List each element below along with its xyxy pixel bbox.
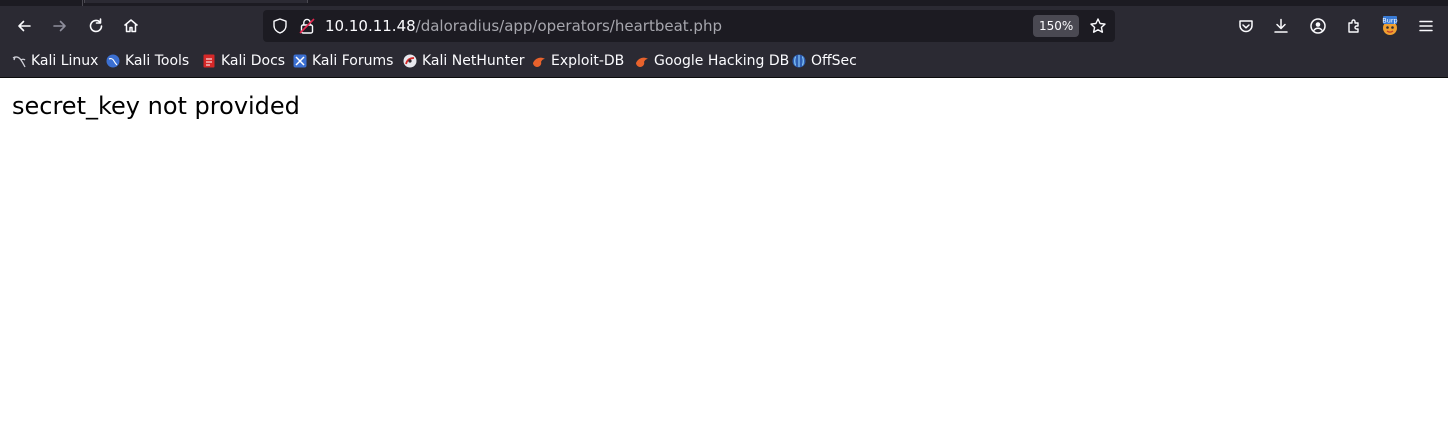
exploit-db-icon: [533, 57, 545, 67]
active-tab[interactable]: [84, 0, 308, 3]
bookmark-label: Kali Linux: [31, 53, 99, 69]
address-bar[interactable]: 10.10.11.48/daloradius/app/operators/hea…: [263, 10, 1115, 42]
kali-tools-icon: [106, 54, 120, 68]
kali-nethunter-icon: [403, 54, 417, 68]
url-text[interactable]: 10.10.11.48/daloradius/app/operators/hea…: [325, 10, 722, 42]
bookmark-label: Google Hacking DB: [654, 53, 790, 69]
bookmark-google-hacking-db[interactable]: Google Hacking DB: [635, 51, 789, 71]
ghdb-icon: [636, 57, 648, 67]
tracking-protection-shield-icon[interactable]: [271, 17, 289, 35]
kali-docs-icon: [203, 54, 215, 68]
browser-chrome: 10.10.11.48/daloradius/app/operators/hea…: [0, 0, 1448, 78]
kali-forums-icon: [293, 54, 307, 68]
url-host: 10.10.11.48: [325, 17, 416, 35]
hamburger-menu-icon: [1419, 20, 1433, 32]
download-icon: [1274, 18, 1288, 33]
bookmark-kali-docs[interactable]: Kali Docs: [202, 51, 285, 71]
bookmark-label: Kali Docs: [221, 53, 286, 69]
pocket-button[interactable]: [1231, 11, 1261, 41]
burp-extension-button[interactable]: Burp: [1375, 11, 1405, 41]
back-arrow-icon: [18, 20, 31, 32]
account-icon: [1310, 18, 1326, 34]
bookmarks-toolbar: Kali Linux Kali Tools Kali Docs Kali For…: [0, 46, 1448, 77]
reload-button[interactable]: [81, 11, 111, 41]
back-button[interactable]: [9, 11, 39, 41]
bookmark-kali-nethunter[interactable]: Kali NetHunter: [403, 51, 524, 71]
toolbar-divider: [0, 77, 1448, 78]
bookmark-kali-tools[interactable]: Kali Tools: [106, 51, 189, 71]
burp-badge-text: Burp: [1382, 17, 1397, 25]
downloads-button[interactable]: [1266, 11, 1296, 41]
burp-foxyproxy-icon: Burp: [1382, 16, 1398, 35]
app-menu-button[interactable]: [1411, 11, 1441, 41]
url-path: /daloradius/app/operators/heartbeat.php: [415, 17, 722, 35]
extensions-button[interactable]: [1339, 11, 1369, 41]
page-message: secret_key not provided: [12, 92, 300, 120]
bookmark-label: OffSec: [811, 53, 857, 69]
forward-button[interactable]: [45, 11, 75, 41]
bookmark-kali-linux[interactable]: Kali Linux: [12, 51, 98, 71]
bookmark-label: Kali NetHunter: [422, 53, 525, 69]
forward-arrow-icon: [53, 20, 66, 32]
bookmark-label: Kali Tools: [125, 53, 190, 69]
home-icon: [124, 19, 138, 33]
bookmark-label: Exploit-DB: [551, 53, 625, 69]
bookmark-star-icon[interactable]: [1089, 17, 1107, 35]
puzzle-extension-icon: [1348, 19, 1359, 33]
insecure-lock-icon[interactable]: [298, 17, 316, 35]
home-button[interactable]: [116, 11, 146, 41]
bookmark-exploit-db[interactable]: Exploit-DB: [532, 51, 624, 71]
bookmark-kali-forums[interactable]: Kali Forums: [293, 51, 393, 71]
offsec-icon: [792, 54, 806, 68]
zoom-level-button[interactable]: 150%: [1033, 15, 1080, 37]
bookmark-label: Kali Forums: [312, 53, 394, 69]
navigation-toolbar: 10.10.11.48/daloradius/app/operators/hea…: [0, 6, 1448, 46]
pocket-icon: [1239, 20, 1253, 33]
account-button[interactable]: [1303, 11, 1333, 41]
bookmark-offsec[interactable]: OffSec: [792, 51, 857, 71]
reload-icon: [89, 18, 103, 33]
kali-dragon-icon: [12, 56, 26, 68]
